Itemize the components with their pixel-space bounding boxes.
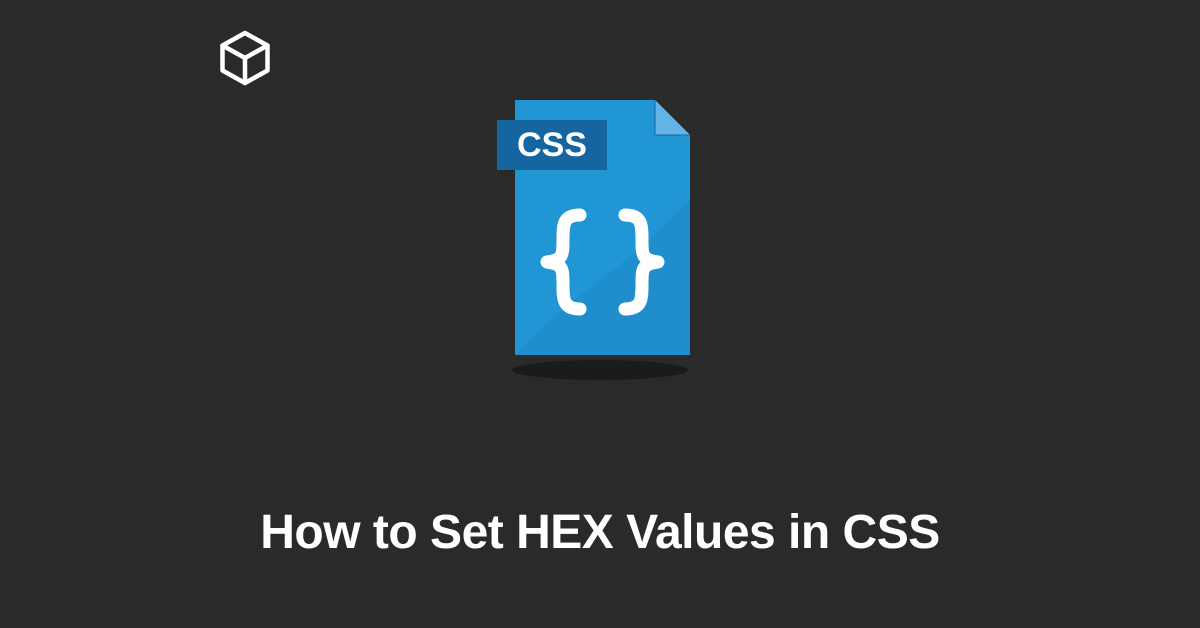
css-file-icon: CSS	[485, 90, 715, 385]
cube-logo-icon	[215, 28, 275, 93]
page-title: How to Set HEX Values in CSS	[0, 505, 1200, 560]
file-badge-label: CSS	[517, 126, 587, 164]
